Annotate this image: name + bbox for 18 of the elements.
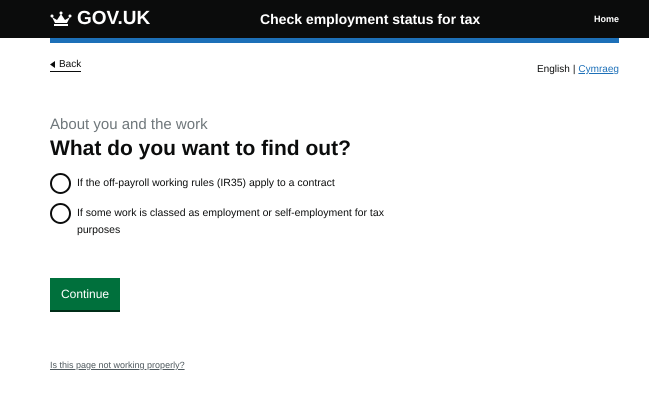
govuk-logo-link[interactable]: GOV.UK [50, 8, 260, 30]
caption: About you and the work [50, 116, 208, 133]
back-triangle-icon [50, 61, 55, 68]
language-link[interactable]: Cymraeg [578, 64, 619, 75]
radio-button[interactable] [50, 173, 71, 194]
crown-icon [50, 11, 72, 27]
home-link[interactable]: Home [594, 14, 619, 24]
service-name-link[interactable]: Check employment status for tax [260, 11, 594, 27]
page-problem-link[interactable]: Is this page not working properly? [50, 360, 185, 370]
back-link[interactable]: Back [50, 59, 82, 72]
continue-button[interactable]: Continue [50, 278, 120, 310]
option-label[interactable]: If the off-payroll working rules (IR35) apply to a contract [77, 175, 335, 192]
logo-text: GOV.UK [77, 8, 150, 30]
option-label[interactable]: If some work is classed as employment or self-employment for tax purposes [77, 205, 397, 239]
radio-button[interactable] [50, 203, 71, 224]
question-heading: What do you want to find out? [50, 137, 351, 161]
language-link[interactable]: English [537, 64, 570, 75]
language-separator: | [572, 64, 576, 75]
